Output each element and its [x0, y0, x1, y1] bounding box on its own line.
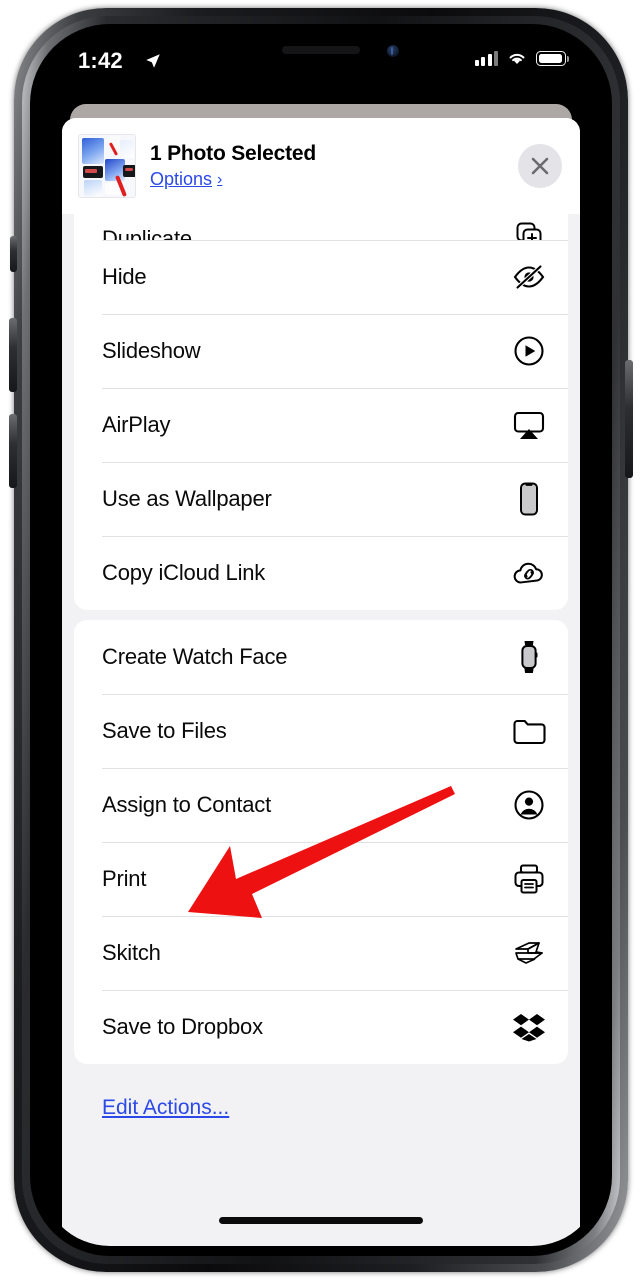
volume-down-button[interactable]	[9, 414, 17, 488]
list-item-save-to-dropbox[interactable]: Save to Dropbox	[74, 990, 568, 1064]
close-button[interactable]	[518, 144, 562, 188]
battery-full-icon	[536, 51, 569, 66]
home-indicator	[219, 1217, 423, 1224]
selected-photo-thumbnail[interactable]	[78, 134, 136, 198]
location-arrow-icon	[146, 54, 160, 68]
options-link-label: Options	[150, 169, 213, 189]
airplay-icon	[512, 408, 546, 442]
front-camera	[387, 45, 399, 57]
play-circle-icon	[512, 334, 546, 368]
folder-icon	[512, 714, 546, 748]
list-item-label: Assign to Contact	[102, 792, 272, 817]
list-item-copy-icloud-link[interactable]: Copy iCloud Link	[74, 536, 568, 610]
duplicate-icon	[512, 218, 546, 240]
list-item-label: Save to Dropbox	[102, 1014, 263, 1039]
list-item-save-to-files[interactable]: Save to Files	[74, 694, 568, 768]
share-sheet-header: 1 Photo Selected Options ›	[62, 118, 580, 214]
mute-switch[interactable]	[10, 236, 17, 272]
page-title: 1 Photo Selected	[150, 142, 317, 165]
list-item-label: Save to Files	[102, 718, 227, 743]
skitch-icon	[512, 936, 546, 970]
list-item-label: AirPlay	[102, 412, 171, 437]
power-button[interactable]	[625, 360, 633, 478]
iphone-icon	[512, 482, 546, 516]
list-item-print[interactable]: Print	[74, 842, 568, 916]
edit-actions-link[interactable]: Edit Actions...	[74, 1074, 568, 1120]
eye-slash-icon	[512, 260, 546, 294]
apple-watch-icon	[512, 640, 546, 674]
list-item-label: Duplicate	[102, 226, 192, 240]
list-item-label: Create Watch Face	[102, 644, 288, 669]
close-icon	[531, 157, 549, 175]
status-bar-indicators	[474, 50, 569, 66]
cellular-bars-icon	[474, 50, 498, 66]
phone-screen: 1:42 1 Photo Selected Options › Duplicat…	[40, 34, 602, 1246]
list-item-slideshow[interactable]: Slideshow	[74, 314, 568, 388]
list-item-airplay[interactable]: AirPlay	[74, 388, 568, 462]
list-item-label: Use as Wallpaper	[102, 486, 272, 511]
person-circle-icon	[512, 788, 546, 822]
options-link[interactable]: Options ›	[150, 169, 316, 190]
wifi-icon	[509, 53, 525, 65]
list-item-label: Skitch	[102, 940, 161, 965]
earpiece-speaker	[282, 46, 360, 54]
share-sheet-body: Duplicate Hide Slideshow AirPlay Use as …	[62, 214, 580, 1120]
list-item-duplicate[interactable]: Duplicate	[74, 214, 568, 240]
list-item-label: Print	[102, 866, 147, 891]
list-item-label: Copy iCloud Link	[102, 560, 266, 585]
printer-icon	[512, 862, 546, 896]
list-item-hide[interactable]: Hide	[74, 240, 568, 314]
list-item-skitch[interactable]: Skitch	[74, 916, 568, 990]
photo-actions-group: Duplicate Hide Slideshow AirPlay Use as …	[74, 214, 568, 610]
list-item-label: Slideshow	[102, 338, 201, 363]
share-sheet: 1 Photo Selected Options › Duplicate Hid…	[62, 118, 580, 1246]
list-item-label: Hide	[102, 264, 147, 289]
dropbox-icon	[512, 1010, 546, 1044]
list-item-assign-to-contact[interactable]: Assign to Contact	[74, 768, 568, 842]
cloud-link-icon	[512, 556, 546, 590]
app-actions-group: Create Watch Face Save to Files Assign t…	[74, 620, 568, 1064]
list-item-use-as-wallpaper[interactable]: Use as Wallpaper	[74, 462, 568, 536]
notch	[213, 34, 429, 68]
chevron-right-icon: ›	[217, 170, 223, 188]
volume-up-button[interactable]	[9, 318, 17, 392]
status-bar-time: 1:42	[78, 48, 123, 73]
share-sheet-header-text: 1 Photo Selected Options ›	[150, 142, 316, 190]
list-item-create-watch-face[interactable]: Create Watch Face	[74, 620, 568, 694]
screenshot-scene: 1:42 1 Photo Selected Options › Duplicat…	[0, 0, 642, 1280]
